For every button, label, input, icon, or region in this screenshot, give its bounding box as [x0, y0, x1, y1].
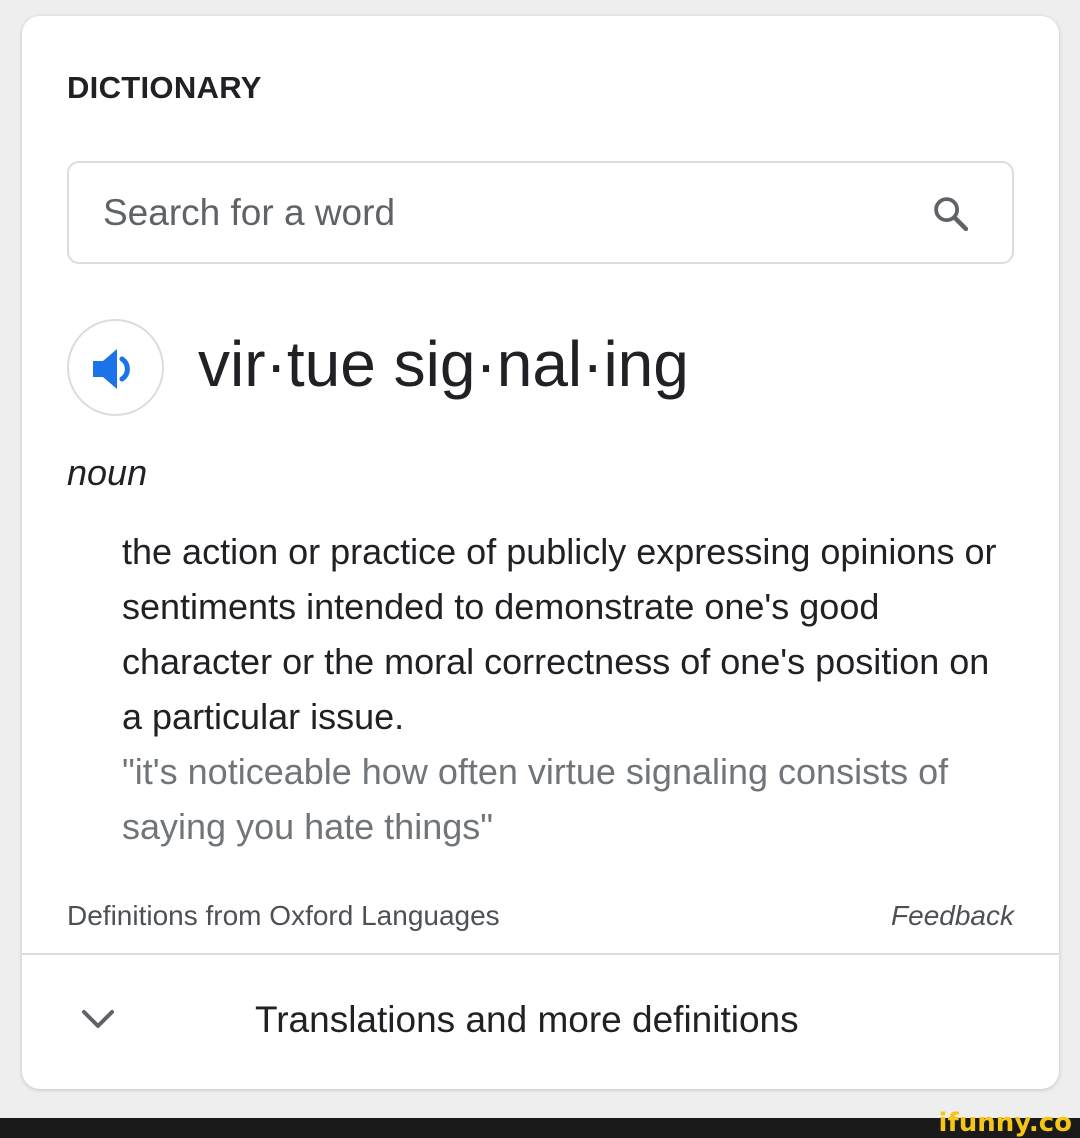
part-of-speech: noun	[67, 452, 148, 493]
speaker-icon	[93, 349, 130, 389]
example-sentence: "it's noticeable how often virtue signal…	[122, 751, 949, 847]
search-box[interactable]	[67, 161, 1014, 264]
dictionary-header: DICTIONARY	[67, 70, 262, 105]
headword: vir·tue sig·nal·ing	[198, 328, 689, 400]
dictionary-card: DICTIONARY vir·tue sig·nal·ing noun the …	[22, 16, 1059, 1089]
definition-text: the action or practice of publicly expre…	[122, 531, 997, 737]
search-input[interactable]	[103, 189, 883, 237]
pronunciation-audio-button[interactable]	[67, 319, 164, 416]
chevron-down-icon	[82, 1010, 114, 1028]
more-definitions-label: Translations and more definitions	[255, 999, 799, 1040]
feedback-link[interactable]: Feedback	[891, 900, 1014, 932]
watermark-bar	[0, 1118, 1080, 1138]
site-watermark: ifunny.co	[938, 1108, 1072, 1138]
search-icon[interactable]	[930, 193, 972, 235]
more-definitions-expander[interactable]: Translations and more definitions	[22, 955, 1059, 1089]
source-attribution: Definitions from Oxford Languages	[67, 900, 500, 931]
